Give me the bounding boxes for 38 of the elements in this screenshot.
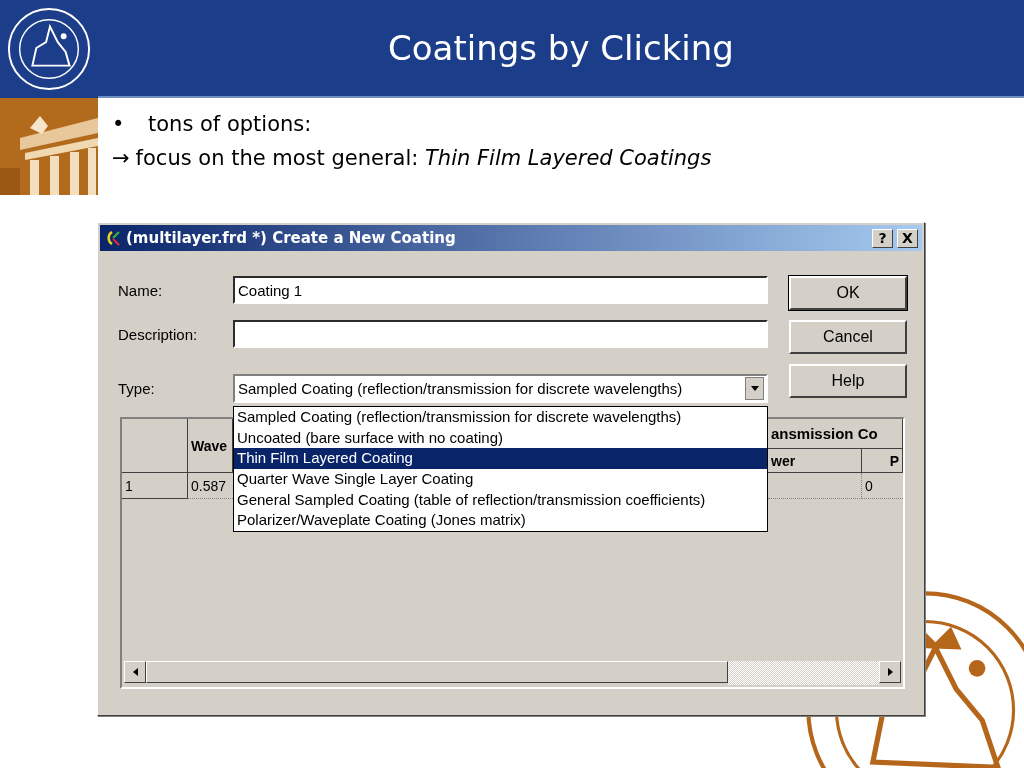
scroll-bar[interactable] xyxy=(124,661,901,685)
field-label: Description: xyxy=(118,325,199,343)
caret-icon xyxy=(750,386,759,391)
dropdown-option[interactable]: Quarter Wave Single Layer Coating xyxy=(234,469,767,490)
dropdown-option[interactable]: Uncoated (bare surface with no coating) xyxy=(234,427,767,449)
scroll-right-button[interactable] xyxy=(879,661,901,683)
scroll-left-button[interactable] xyxy=(124,661,146,683)
dropdown-option[interactable]: Polarizer/Waveplate Coating (Jones matrix) xyxy=(234,510,767,532)
header-cell: Wave xyxy=(188,419,233,473)
header-cell: wer xyxy=(768,449,862,473)
row-number: 1 xyxy=(122,473,188,499)
header-cell: P xyxy=(862,449,903,473)
type-dropdown[interactable]: Sampled Coating (reflection/transmission for discrete wavelengths) xyxy=(233,374,768,403)
app-icon xyxy=(104,229,122,247)
scroll-thumb[interactable] xyxy=(146,661,728,683)
close-button[interactable]: X xyxy=(897,228,918,248)
field-label: Type: xyxy=(118,380,156,397)
dropdown-option[interactable]: Sampled Coating (reflection/transmission for discrete wavelengths) xyxy=(234,407,767,428)
window-title: (multilayer.frd *) Create a New Coating xyxy=(126,229,457,247)
slide-title: Coatings by Clicking xyxy=(388,28,734,68)
dialog-button[interactable]: OK xyxy=(789,276,907,310)
header-cell xyxy=(122,419,188,473)
field-label: Name: xyxy=(118,281,164,299)
right-arrow-icon xyxy=(887,668,893,676)
bullet-text: focus on the most general: Thin Film Layered Coatings xyxy=(135,146,712,170)
table-cell: 0 xyxy=(862,473,903,499)
arrow-icon: → xyxy=(112,146,130,170)
dialog-button[interactable]: Cancel xyxy=(789,320,907,354)
help-button[interactable]: ? xyxy=(872,228,893,248)
dropdown-option[interactable]: General Sampled Coating (table of reflection/transmission coefficients) xyxy=(234,489,767,511)
left-arrow-icon xyxy=(132,668,138,676)
dialog-button[interactable]: Help xyxy=(789,364,907,398)
dropdown-option[interactable]: Thin Film Layered Coating xyxy=(234,448,767,470)
bullet-text: tons of options: xyxy=(148,112,312,136)
input-field[interactable]: Coating 1 xyxy=(233,276,768,304)
header-cell: ansmission Co xyxy=(768,419,903,449)
input-field[interactable] xyxy=(233,320,768,348)
bullet-icon: • xyxy=(112,112,138,136)
